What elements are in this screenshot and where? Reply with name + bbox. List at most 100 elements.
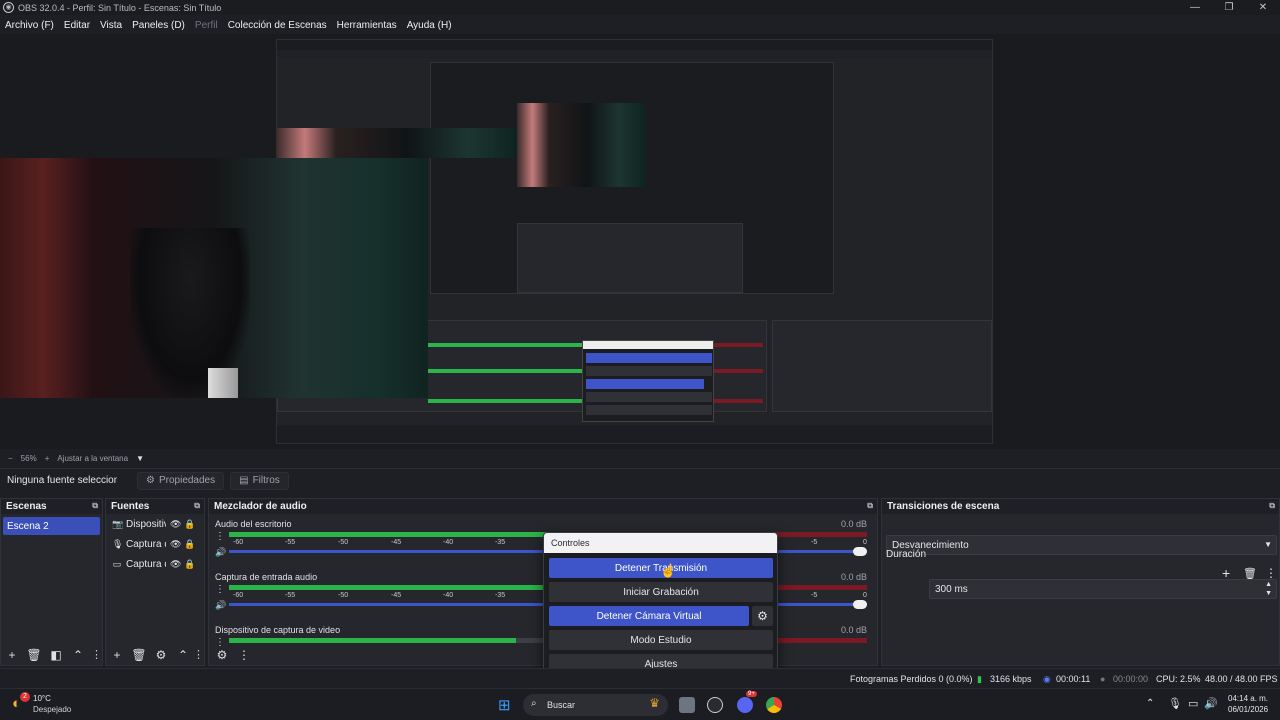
clock-date[interactable]: 06/01/2026: [1228, 705, 1268, 714]
tick-label: -50: [338, 592, 349, 599]
menu-coleccion-escenas[interactable]: Colección de Escenas: [228, 20, 327, 31]
tick-label: -45: [391, 592, 402, 599]
weather-badge: 2: [20, 692, 30, 702]
tick-label: -40: [443, 539, 454, 546]
speaker-icon[interactable]: 🔊: [215, 547, 226, 558]
move-up-icon[interactable]: ⌃: [172, 648, 194, 662]
filters-button[interactable]: ▤ Filtros: [230, 471, 289, 490]
close-icon[interactable]: ✕: [1246, 0, 1280, 15]
eye-icon[interactable]: 👁: [170, 519, 181, 530]
start-recording-button[interactable]: Iniciar Grabación: [549, 582, 773, 602]
menu-archivo[interactable]: Archivo (F): [5, 20, 54, 31]
network-icon[interactable]: ▭: [1188, 697, 1198, 710]
search-icon: ⌕: [531, 698, 537, 709]
transitions-dock: Transiciones de escena ⧉ Desvanecimiento …: [881, 498, 1280, 666]
shirt-print: [208, 368, 238, 398]
scene-more-icon[interactable]: ⋮: [91, 648, 102, 661]
nested-controls-popup: [582, 340, 714, 422]
nested-transitions-dock: [772, 320, 992, 412]
discord-icon[interactable]: [737, 697, 753, 713]
mixer-menu-icon[interactable]: ⋮: [233, 648, 255, 662]
channel-menu-icon[interactable]: ⋮: [215, 531, 225, 542]
slider-handle[interactable]: [853, 547, 867, 556]
speaker-icon[interactable]: 🔊: [215, 600, 226, 611]
nested-window: [430, 62, 834, 294]
remove-transition-icon[interactable]: 🗑: [1243, 567, 1257, 580]
studio-mode-button[interactable]: Modo Estudio: [549, 630, 773, 650]
lock-icon[interactable]: 🔒: [184, 539, 195, 550]
lock-icon[interactable]: 🔒: [184, 519, 195, 530]
menu-editar[interactable]: Editar: [64, 20, 90, 31]
channel-name: Audio del escritorio: [215, 519, 292, 529]
tick-label: -50: [338, 539, 349, 546]
lock-icon[interactable]: 🔒: [184, 559, 195, 570]
mouse-cursor-icon: ☝: [660, 563, 677, 578]
minimize-icon[interactable]: —: [1178, 0, 1212, 15]
microphone-tray-icon[interactable]: 🎙: [1168, 697, 1182, 710]
eye-icon[interactable]: 👁: [170, 559, 181, 570]
camera-icon: 📷: [112, 518, 124, 529]
source-item[interactable]: ▭ Captura de pantalla 👁 🔒: [106, 554, 204, 574]
file-explorer-icon[interactable]: [679, 697, 695, 713]
preview-zoom-bar: − 56% + Ajustar a la ventana ▼: [0, 452, 1280, 464]
channel-name: Captura de entrada audio: [215, 572, 318, 582]
taskbar-search[interactable]: ⌕ Buscar ♛: [523, 694, 668, 716]
chrome-icon[interactable]: [766, 697, 782, 713]
sources-dock: Fuentes ⧉ 📷 Dispositivo de captura de vid…: [105, 498, 205, 666]
add-transition-icon[interactable]: +: [1222, 565, 1230, 581]
maximize-icon[interactable]: ❐: [1212, 0, 1246, 15]
channel-menu-icon[interactable]: ⋮: [215, 584, 225, 595]
search-placeholder: Buscar: [547, 700, 576, 710]
source-item[interactable]: 📷 Dispositivo de captura de video 👁 🔒: [106, 514, 204, 534]
move-up-icon[interactable]: ⌃: [67, 648, 89, 662]
transition-more-icon[interactable]: ⋮: [1265, 566, 1277, 580]
obs-taskbar-icon[interactable]: [707, 697, 723, 713]
remove-scene-icon[interactable]: 🗑: [23, 648, 45, 662]
undock-icon[interactable]: ⧉: [194, 501, 200, 511]
stop-virtual-camera-button[interactable]: Detener Cámara Virtual: [549, 606, 749, 626]
window-title: OBS 32.0.4 - Perfil: Sin Título - Escena…: [18, 2, 222, 13]
source-more-icon[interactable]: ⋮: [193, 648, 204, 661]
nested-menu-bar: [277, 50, 992, 58]
volume-icon[interactable]: 🔊: [1204, 697, 1218, 710]
menu-perfil[interactable]: Perfil: [195, 20, 218, 31]
undock-icon[interactable]: ⧉: [92, 501, 98, 511]
dropped-frames: Fotogramas Perdidos 0 (0.0%): [850, 674, 973, 684]
chevron-down-icon[interactable]: ▼: [136, 454, 144, 463]
slider-handle[interactable]: [853, 600, 867, 609]
eye-icon[interactable]: 👁: [170, 539, 181, 550]
menu-herramientas[interactable]: Herramientas: [337, 20, 397, 31]
tick-label: 0: [863, 592, 867, 599]
properties-button[interactable]: ⚙ Propiedades: [137, 471, 225, 490]
add-scene-icon[interactable]: +: [1, 648, 23, 662]
scene-item[interactable]: Escena 2: [3, 517, 100, 535]
source-name: Captura de entrada audio: [126, 538, 166, 550]
scene-filters-icon[interactable]: ◧: [45, 648, 67, 662]
channel-db: 0.0 dB: [840, 519, 867, 529]
nested-camera-feed: [517, 103, 645, 187]
zoom-out-button[interactable]: −: [8, 454, 13, 463]
duration-input[interactable]: 300 ms ▲ ▼: [929, 579, 1277, 599]
zoom-in-button[interactable]: +: [45, 454, 50, 463]
discord-badge: 9+: [746, 691, 757, 697]
tray-chevron-icon[interactable]: ⌃: [1146, 698, 1154, 709]
transition-select[interactable]: Desvanecimiento ▼: [886, 535, 1277, 555]
advanced-audio-icon[interactable]: ⚙: [211, 648, 233, 662]
clock-time[interactable]: 04:14 a. m.: [1228, 694, 1268, 703]
undock-icon[interactable]: ⧉: [1269, 501, 1275, 511]
undock-icon[interactable]: ⧉: [867, 501, 873, 511]
signal-bars-icon: ▮: [977, 674, 982, 684]
fit-to-window[interactable]: Ajustar a la ventana: [57, 454, 128, 463]
source-item[interactable]: 🎙 Captura de entrada audio 👁 🔒: [106, 534, 204, 554]
source-properties-icon[interactable]: ⚙: [150, 648, 172, 662]
add-source-icon[interactable]: +: [106, 648, 128, 662]
spinner-icon[interactable]: ▲ ▼: [1265, 580, 1272, 598]
mixer-title: Mezclador de audio: [214, 501, 307, 512]
virtual-camera-settings-gear-icon[interactable]: ⚙: [752, 606, 773, 626]
cpu-usage: CPU: 2.5%: [1156, 674, 1201, 684]
windows-start-icon[interactable]: ⊞: [498, 696, 511, 714]
menu-vista[interactable]: Vista: [100, 20, 122, 31]
menu-paneles[interactable]: Paneles (D): [132, 20, 185, 31]
remove-source-icon[interactable]: 🗑: [128, 648, 150, 662]
menu-ayuda[interactable]: Ayuda (H): [407, 20, 452, 31]
